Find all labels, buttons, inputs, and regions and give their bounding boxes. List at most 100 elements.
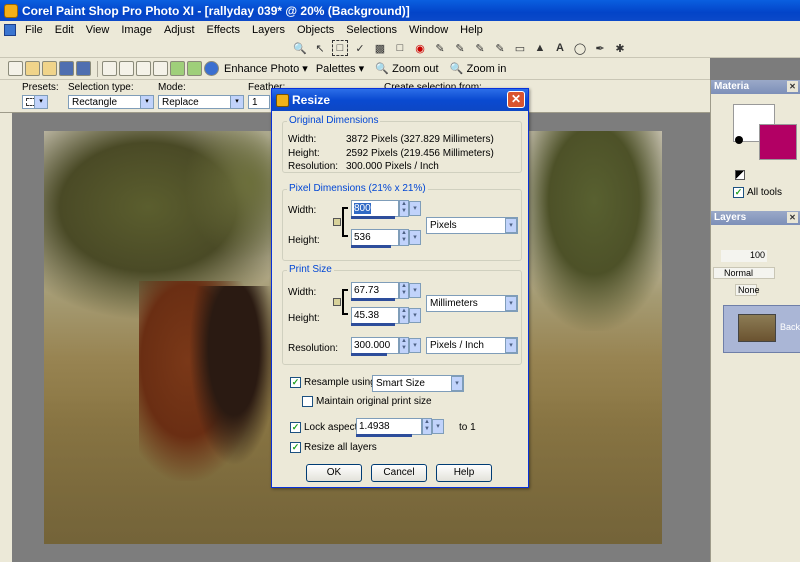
- print-height-dropdown[interactable]: ▾: [409, 308, 421, 323]
- pen-icon[interactable]: ✒: [592, 40, 608, 56]
- pixel-height-label: Height:: [288, 235, 320, 246]
- zoom-out-button[interactable]: 🔍 Zoom out: [369, 59, 441, 79]
- maintain-print-size-checkbox[interactable]: Maintain original print size: [302, 396, 432, 407]
- menu-adjust[interactable]: Adjust: [158, 24, 201, 36]
- crop-icon[interactable]: ▩: [372, 40, 388, 56]
- selection-type-dropdown[interactable]: Rectangle ▾: [68, 95, 154, 109]
- print-width-input[interactable]: 67.73: [351, 282, 399, 301]
- new-icon[interactable]: [8, 61, 23, 76]
- menu-image[interactable]: Image: [115, 24, 158, 36]
- dropper-icon[interactable]: ✓: [352, 40, 368, 56]
- selection-tool-icon[interactable]: □: [332, 40, 348, 56]
- menu-objects[interactable]: Objects: [291, 24, 340, 36]
- save-as-icon[interactable]: [76, 61, 91, 76]
- all-tools-checkbox[interactable]: ✓ All tools: [733, 187, 782, 198]
- adjust-icon[interactable]: [187, 61, 202, 76]
- pixel-width-dropdown[interactable]: ▾: [409, 201, 421, 216]
- print-height-input[interactable]: 45.38: [351, 307, 399, 326]
- menu-effects[interactable]: Effects: [201, 24, 246, 36]
- materials-palette-header: Materia ✕: [711, 80, 800, 94]
- zoom-in-button[interactable]: 🔍 Zoom in: [444, 59, 510, 79]
- browse-icon[interactable]: [42, 61, 57, 76]
- aspect-bracket: [342, 207, 348, 237]
- layer-row-background[interactable]: Backg: [723, 305, 800, 353]
- menu-help[interactable]: Help: [454, 24, 489, 36]
- clone-brush-icon[interactable]: ✎: [452, 40, 468, 56]
- checkbox-icon: [302, 396, 313, 407]
- close-icon[interactable]: ✕: [787, 212, 798, 223]
- resolution-input[interactable]: 300.000: [351, 337, 399, 356]
- swap-colors-icon[interactable]: [735, 170, 745, 180]
- red-eye-icon[interactable]: ◉: [412, 40, 428, 56]
- print-icon[interactable]: [102, 61, 117, 76]
- photo-fix-icon[interactable]: [170, 61, 185, 76]
- close-button[interactable]: ✕: [507, 91, 525, 108]
- menu-layers[interactable]: Layers: [246, 24, 291, 36]
- presets-dropdown[interactable]: ▾: [22, 95, 48, 109]
- document-icon[interactable]: [4, 23, 16, 36]
- retouch-icon[interactable]: ✎: [492, 40, 508, 56]
- cancel-button[interactable]: Cancel: [371, 464, 427, 482]
- aspect-ratio-spinner[interactable]: ▲ ▼: [422, 418, 432, 435]
- straighten-icon[interactable]: □: [392, 40, 408, 56]
- pixel-width-spinner[interactable]: ▲ ▼: [399, 200, 409, 217]
- print-width-spinner[interactable]: ▲ ▼: [399, 282, 409, 299]
- window-title: Corel Paint Shop Pro Photo XI - [rallyda…: [22, 3, 410, 18]
- enhance-photo-button[interactable]: Enhance Photo ▾: [221, 59, 311, 79]
- mode-dropdown[interactable]: Replace ▾: [158, 95, 244, 109]
- link-mode-dropdown[interactable]: None: [735, 284, 760, 296]
- pixel-width-input[interactable]: 800: [351, 200, 399, 219]
- menu-edit[interactable]: Edit: [49, 24, 80, 36]
- chevron-down-icon: ▾: [505, 338, 517, 353]
- resolution-spinner[interactable]: ▲ ▼: [399, 337, 409, 354]
- eraser-icon[interactable]: ▭: [512, 40, 528, 56]
- checkbox-icon: ✓: [290, 377, 301, 388]
- makeover-icon[interactable]: ✎: [432, 40, 448, 56]
- pixel-height-dropdown[interactable]: ▾: [409, 230, 421, 245]
- standard-toolbar: Enhance Photo ▾ Palettes ▾ 🔍 Zoom out 🔍 Zo…: [0, 58, 710, 80]
- fill-icon[interactable]: ▲: [532, 40, 548, 56]
- paint-brush-icon[interactable]: ✎: [472, 40, 488, 56]
- pixel-units-dropdown[interactable]: Pixels ▾: [426, 217, 518, 234]
- pixel-height-input[interactable]: 536: [351, 229, 399, 248]
- warp-icon[interactable]: ✱: [612, 40, 628, 56]
- close-icon[interactable]: ✕: [787, 81, 798, 92]
- print-units-dropdown[interactable]: Millimeters ▾: [426, 295, 518, 312]
- menu-file[interactable]: File: [19, 24, 49, 36]
- blend-mode-dropdown[interactable]: Normal: [713, 267, 775, 279]
- aspect-ratio-input[interactable]: 1.4938: [356, 418, 422, 437]
- open-icon[interactable]: [25, 61, 40, 76]
- resolution-dropdown[interactable]: ▾: [409, 338, 421, 353]
- to-one-label: to 1: [459, 422, 476, 433]
- text-icon[interactable]: A: [552, 40, 568, 56]
- resample-checkbox[interactable]: ✓ Resample using:: [290, 377, 378, 388]
- feather-field[interactable]: 1: [248, 95, 270, 109]
- aspect-ratio-dropdown[interactable]: ▾: [432, 419, 444, 434]
- menu-selections[interactable]: Selections: [340, 24, 403, 36]
- resolution-units-dropdown[interactable]: Pixels / Inch ▾: [426, 337, 518, 354]
- pixel-height-spinner[interactable]: ▲ ▼: [399, 229, 409, 246]
- info-icon[interactable]: [204, 61, 219, 76]
- resize-all-layers-checkbox[interactable]: ✓ Resize all layers: [290, 442, 377, 453]
- zoom-tool-icon[interactable]: 🔍: [292, 40, 308, 56]
- resample-dropdown[interactable]: Smart Size ▾: [372, 375, 464, 392]
- menu-window[interactable]: Window: [403, 24, 454, 36]
- save-icon[interactable]: [59, 61, 74, 76]
- history-icon[interactable]: [153, 61, 168, 76]
- mode-label: Mode:: [158, 82, 186, 93]
- pick-tool-icon[interactable]: ↖: [312, 40, 328, 56]
- print-width-dropdown[interactable]: ▾: [409, 283, 421, 298]
- ok-button[interactable]: OK: [306, 464, 362, 482]
- checkbox-icon: ✓: [290, 442, 301, 453]
- orig-width-label: Width:: [288, 134, 317, 145]
- print-height-spinner[interactable]: ▲ ▼: [399, 307, 409, 324]
- background-swatch[interactable]: [759, 124, 797, 160]
- layer-opacity[interactable]: 100: [721, 250, 767, 262]
- palettes-button[interactable]: Palettes ▾: [313, 59, 367, 79]
- undo-icon[interactable]: [119, 61, 134, 76]
- help-button[interactable]: Help: [436, 464, 492, 482]
- redo-icon[interactable]: [136, 61, 151, 76]
- texture-icon[interactable]: [735, 136, 743, 144]
- menu-view[interactable]: View: [80, 24, 116, 36]
- shape-icon[interactable]: ◯: [572, 40, 588, 56]
